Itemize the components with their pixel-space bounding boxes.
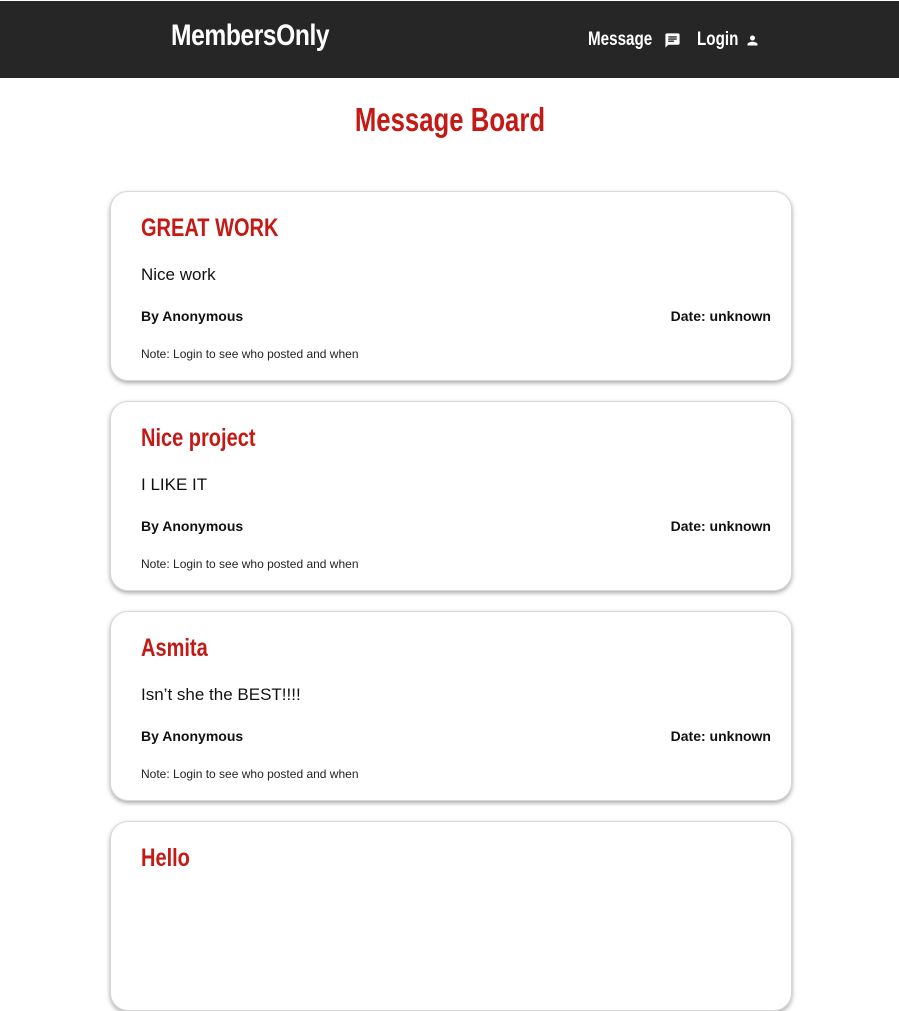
message-note: Note: Login to see who posted and when	[141, 557, 359, 571]
nav-login-label: Login	[697, 29, 739, 50]
message-author: By Anonymous	[141, 308, 244, 324]
message-date: Date: unknown	[670, 308, 771, 324]
message-card: Hello	[110, 821, 792, 1011]
message-author: By Anonymous	[141, 728, 244, 744]
message-author: By Anonymous	[141, 518, 244, 534]
navbar: MembersOnly Message Login	[0, 1, 899, 78]
person-icon	[747, 35, 758, 45]
message-body: Isn’t she the BEST!!!!	[141, 685, 301, 704]
message-card: GREAT WORK Nice work By Anonymous Date: …	[110, 191, 792, 381]
message-note: Note: Login to see who posted and when	[141, 347, 359, 361]
nav-message-link[interactable]: Message	[588, 29, 681, 51]
page-title-text: Message Board	[354, 101, 545, 138]
message-date: Date: unknown	[670, 728, 771, 744]
brand-logo[interactable]: MembersOnly	[171, 19, 330, 53]
message-card: Asmita Isn’t she the BEST!!!! By Anonymo…	[110, 611, 792, 801]
nav-message-label: Message	[588, 29, 653, 50]
message-icon	[665, 32, 680, 48]
message-title: Hello	[141, 844, 190, 872]
message-note: Note: Login to see who posted and when	[141, 767, 359, 781]
message-card: Nice project I LIKE IT By Anonymous Date…	[110, 401, 792, 591]
message-title: GREAT WORK	[141, 214, 279, 242]
message-title: Asmita	[141, 634, 208, 662]
message-body: I LIKE IT	[141, 475, 208, 494]
message-body: Nice work	[141, 265, 216, 284]
page-title: Message Board	[0, 78, 899, 161]
message-title: Nice project	[141, 424, 256, 452]
nav-login-link[interactable]: Login	[697, 29, 760, 51]
nav-links: Message Login	[588, 29, 760, 51]
message-date: Date: unknown	[670, 518, 771, 534]
